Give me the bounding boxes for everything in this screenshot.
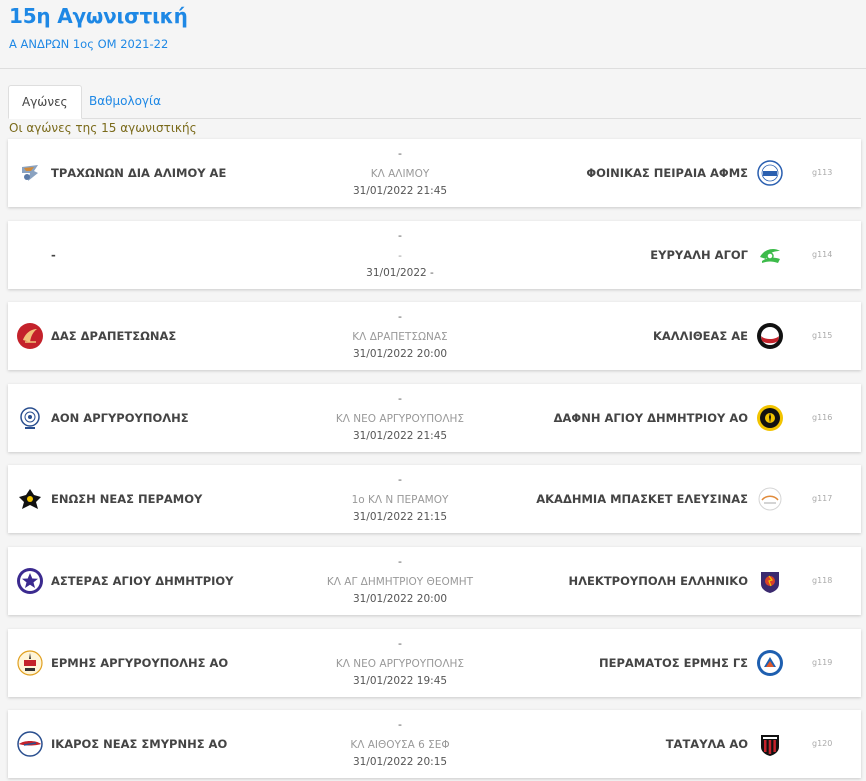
- away-team-name[interactable]: ΤΑΤΑΥΛΑ ΑΟ: [666, 737, 748, 751]
- match-card[interactable]: ΔΑΣ ΔΡΑΠΕΤΣΩΝΑΣ - ΚΛ ΔΡΑΠΕΤΣΩΝΑΣ 31/01/2…: [8, 302, 861, 371]
- match-code: g113: [812, 168, 833, 177]
- tab-bar: Αγώνες Βαθμολογία: [8, 85, 861, 119]
- match-score: -: [398, 310, 402, 324]
- match-datetime: 31/01/2022 21:45: [352, 185, 448, 197]
- away-team-name[interactable]: ΚΑΛΛΙΘΕΑΣ ΑΕ: [653, 329, 748, 343]
- asteras-logo: [16, 567, 44, 595]
- round-caption: Οι αγώνες της 15 αγωνιστικής: [9, 121, 197, 135]
- match-list: ΤΡΑΧΩΝΩΝ ΔΙΑ ΑΛΙΜΟΥ ΑΕ - ΚΛ ΑΛΙΜΟΥ 31/01…: [8, 139, 861, 781]
- match-datetime: 31/01/2022 20:00: [352, 348, 448, 361]
- match-datetime: 31/01/2022 19:45: [352, 674, 448, 687]
- match-card[interactable]: ΑΟΝ ΑΡΓΥΡΟΥΠΟΛΗΣ - ΚΛ ΝΕΟ ΑΡΓΥΡΟΥΠΟΛΗΣ 3…: [8, 383, 861, 452]
- trachones-logo: [16, 159, 44, 187]
- ilektroupoli-logo: [756, 567, 784, 595]
- match-card[interactable]: ΙΚΑΡΟΣ ΝΕΑΣ ΣΜΥΡΝΗΣ ΑΟ - ΚΛ ΑΙΘΟΥΣΑ 6 ΣΕ…: [8, 710, 861, 779]
- match-score: -: [398, 391, 402, 405]
- akadimia-elefsinas-logo: [756, 485, 784, 513]
- home-team-name[interactable]: ΕΝΩΣΗ ΝΕΑΣ ΠΕΡΑΜΟΥ: [51, 492, 202, 506]
- home-team-name[interactable]: ΙΚΑΡΟΣ ΝΕΑΣ ΣΜΥΡΝΗΣ ΑΟ: [51, 737, 227, 751]
- match-card[interactable]: ΕΝΩΣΗ ΝΕΑΣ ΠΕΡΑΜΟΥ - 1ο ΚΛ Ν ΠΕΡΑΜΟΥ 31/…: [8, 465, 861, 534]
- peramatos-ermis-logo: [756, 649, 784, 677]
- match-score: -: [398, 554, 402, 568]
- home-team-name[interactable]: ΕΡΜΗΣ ΑΡΓΥΡΟΥΠΟΛΗΣ ΑΟ: [51, 656, 228, 670]
- away-team-name[interactable]: ΕΥΡΥΑΛΗ ΑΓΟΓ: [650, 248, 748, 262]
- match-datetime: 31/01/2022 20:15: [352, 756, 448, 769]
- away-team-name[interactable]: ΗΛΕΚΤΡΟΥΠΟΛΗ ΕΛΛΗΝΙΚΟ: [569, 574, 748, 588]
- foinikas-logo: [756, 159, 784, 187]
- match-code: g117: [812, 494, 833, 504]
- away-team-name[interactable]: ΦΟΙΝΙΚΑΣ ΠΕΙΡΑΙΑ ΑΦΜΣ: [586, 166, 748, 180]
- match-code: g120: [812, 739, 833, 749]
- match-datetime: 31/01/2022 21:45: [352, 429, 448, 442]
- kallitheas-logo: [756, 322, 784, 350]
- match-venue: ΚΛ ΝΕΟ ΑΡΓΥΡΟΥΠΟΛΗΣ: [335, 657, 465, 670]
- match-score: -: [398, 147, 402, 160]
- dafni-logo: [756, 404, 784, 432]
- tab-matches[interactable]: Αγώνες: [8, 85, 82, 119]
- match-card[interactable]: - - - 31/01/2022 - ΕΥΡΥΑΛΗ ΑΓΟΓ g114: [8, 220, 861, 289]
- ikaros-logo: [16, 730, 44, 758]
- match-venue: ΚΛ ΑΙΘΟΥΣΑ 6 ΣΕΦ: [350, 739, 450, 752]
- match-code: g119: [812, 657, 833, 667]
- home-team-name[interactable]: -: [51, 248, 56, 262]
- aon-argyroupolis-logo: [16, 404, 44, 432]
- match-card[interactable]: ΤΡΑΧΩΝΩΝ ΔΙΑ ΑΛΙΜΟΥ ΑΕ - ΚΛ ΑΛΙΜΟΥ 31/01…: [8, 139, 861, 207]
- match-venue: ΚΛ ΝΕΟ ΑΡΓΥΡΟΥΠΟΛΗΣ: [335, 412, 465, 425]
- page-title: 15η Αγωνιστική: [9, 4, 188, 28]
- match-datetime: 31/01/2022 -: [366, 266, 434, 279]
- home-team-name[interactable]: ΑΟΝ ΑΡΓΥΡΟΥΠΟΛΗΣ: [51, 411, 189, 425]
- match-score: -: [398, 718, 402, 732]
- tatavla-logo: [756, 730, 784, 758]
- das-drapetsonas-logo: [16, 322, 44, 350]
- match-venue: 1ο ΚΛ Ν ΠΕΡΑΜΟΥ: [351, 494, 449, 507]
- match-venue: ΚΛ ΑΛΙΜΟΥ: [370, 168, 430, 180]
- competition-subtitle[interactable]: Α ΑΝΔΡΩΝ 1ος ΟΜ 2021-22: [9, 37, 168, 51]
- match-score: -: [398, 473, 402, 487]
- ermis-argyroupolis-logo: [16, 649, 44, 677]
- away-team-name[interactable]: ΑΚΑΔΗΜΙΑ ΜΠΑΣΚΕΤ ΕΛΕΥΣΙΝΑΣ: [536, 492, 748, 506]
- match-code: g116: [812, 412, 833, 422]
- match-card[interactable]: ΑΣΤΕΡΑΣ ΑΓΙΟΥ ΔΗΜΗΤΡΙΟΥ - ΚΛ ΑΓ ΔΗΜΗΤΡΙΟ…: [8, 546, 861, 615]
- match-code: g114: [812, 249, 833, 259]
- page-header: 15η Αγωνιστική Α ΑΝΔΡΩΝ 1ος ΟΜ 2021-22: [0, 0, 866, 69]
- home-team-name[interactable]: ΑΣΤΕΡΑΣ ΑΓΙΟΥ ΔΗΜΗΤΡΙΟΥ: [51, 574, 234, 588]
- match-code: g118: [812, 575, 833, 585]
- match-venue: ΚΛ ΔΡΑΠΕΤΣΩΝΑΣ: [352, 331, 448, 344]
- home-team-name[interactable]: ΔΑΣ ΔΡΑΠΕΤΣΩΝΑΣ: [51, 329, 176, 343]
- match-score: -: [398, 228, 402, 242]
- euryali-logo: [756, 241, 784, 269]
- match-venue: ΚΛ ΑΓ ΔΗΜΗΤΡΙΟΥ ΘΕΟΜΗΤ: [326, 575, 474, 588]
- match-card[interactable]: ΕΡΜΗΣ ΑΡΓΥΡΟΥΠΟΛΗΣ ΑΟ - ΚΛ ΝΕΟ ΑΡΓΥΡΟΥΠΟ…: [8, 628, 861, 697]
- enosi-peramou-logo: [16, 485, 44, 513]
- away-team-name[interactable]: ΠΕΡΑΜΑΤΟΣ ΕΡΜΗΣ ΓΣ: [599, 656, 748, 670]
- match-datetime: 31/01/2022 20:00: [352, 592, 448, 605]
- match-datetime: 31/01/2022 21:15: [352, 511, 448, 524]
- home-team-name[interactable]: ΤΡΑΧΩΝΩΝ ΔΙΑ ΑΛΙΜΟΥ ΑΕ: [51, 166, 226, 180]
- match-venue: -: [398, 249, 402, 262]
- match-score: -: [398, 636, 402, 650]
- away-team-name[interactable]: ΔΑΦΝΗ ΑΓΙΟΥ ΔΗΜΗΤΡΙΟΥ ΑΟ: [554, 411, 748, 425]
- tab-standings[interactable]: Βαθμολογία: [76, 85, 174, 119]
- match-code: g115: [812, 331, 833, 341]
